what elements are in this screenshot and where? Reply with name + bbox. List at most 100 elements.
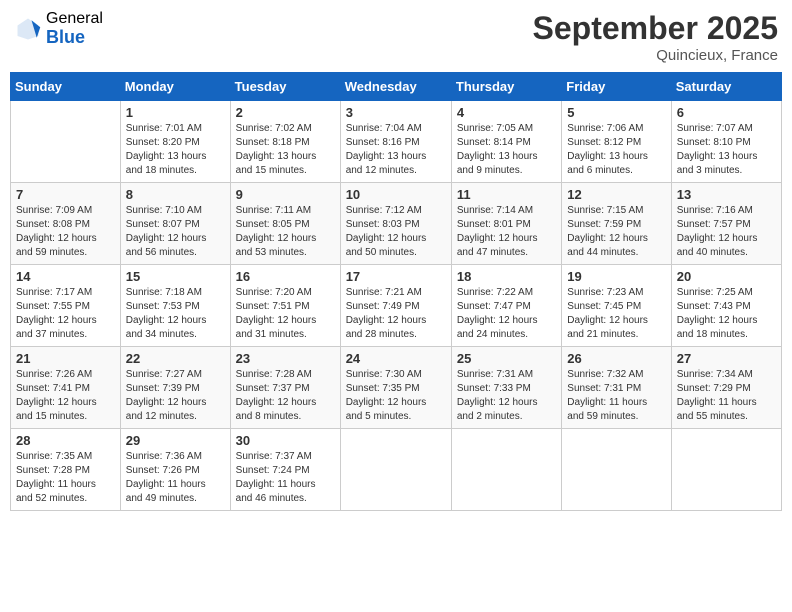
day-number: 26 [567, 351, 665, 366]
day-number: 22 [126, 351, 225, 366]
day-info: Sunrise: 7:21 AM Sunset: 7:49 PM Dayligh… [346, 286, 446, 342]
month-title: September 2025 [533, 10, 778, 47]
day-cell: 26Sunrise: 7:32 AM Sunset: 7:31 PM Dayli… [562, 347, 671, 429]
day-number: 11 [457, 187, 556, 202]
day-number: 21 [16, 351, 115, 366]
week-row-5: 28 Sunrise: 7:35 AM Sunset: 7:28 PM Dayli… [11, 429, 782, 511]
day-cell: 20Sunrise: 7:25 AM Sunset: 7:43 PM Dayli… [671, 265, 781, 347]
day-info: Sunrise: 7:31 AM Sunset: 7:33 PM Dayligh… [457, 368, 556, 424]
day-number: 12 [567, 187, 665, 202]
title-area: September 2025 Quincieux, France [533, 10, 778, 64]
day-info: Sunrise: 7:23 AM Sunset: 7:45 PM Dayligh… [567, 286, 665, 342]
day-info: Sunrise: 7:28 AM Sunset: 7:37 PM Dayligh… [236, 368, 335, 424]
col-header-monday: Monday [120, 73, 230, 101]
col-header-thursday: Thursday [451, 73, 561, 101]
day-info: Sunrise: 7:05 AM Sunset: 8:14 PM Dayligh… [457, 122, 556, 178]
day-cell: 10 Sunrise: 7:12 AM Sunset: 8:03 PM Dayli… [340, 183, 451, 265]
col-header-sunday: Sunday [11, 73, 121, 101]
day-number: 4 [457, 105, 556, 120]
day-cell [340, 429, 451, 511]
day-info: Sunrise: 7:20 AM Sunset: 7:51 PM Dayligh… [236, 286, 335, 342]
col-header-wednesday: Wednesday [340, 73, 451, 101]
day-number: 2 [236, 105, 335, 120]
logo-text: General Blue [46, 10, 103, 47]
location: Quincieux, France [533, 47, 778, 64]
day-info: Sunrise: 7:09 AM Sunset: 8:08 PM Dayligh… [16, 204, 115, 260]
day-cell: 19 Sunrise: 7:23 AM Sunset: 7:45 PM Dayli… [562, 265, 671, 347]
day-info: Sunrise: 7:30 AM Sunset: 7:35 PM Dayligh… [346, 368, 446, 424]
day-cell: 13 Sunrise: 7:16 AM Sunset: 7:57 PM Dayli… [671, 183, 781, 265]
day-info: Sunrise: 7:12 AM Sunset: 8:03 PM Dayligh… [346, 204, 446, 260]
week-row-3: 14 Sunrise: 7:17 AM Sunset: 7:55 PM Dayli… [11, 265, 782, 347]
day-number: 13 [677, 187, 776, 202]
day-cell [671, 429, 781, 511]
day-info: Sunrise: 7:17 AM Sunset: 7:55 PM Dayligh… [16, 286, 115, 342]
day-number: 7 [16, 187, 115, 202]
day-info: Sunrise: 7:15 AM Sunset: 7:59 PM Dayligh… [567, 204, 665, 260]
day-cell: 6 Sunrise: 7:07 AM Sunset: 8:10 PM Daylig… [671, 101, 781, 183]
day-info: Sunrise: 7:26 AM Sunset: 7:41 PM Dayligh… [16, 368, 115, 424]
day-info: Sunrise: 7:04 AM Sunset: 8:16 PM Dayligh… [346, 122, 446, 178]
day-cell: 21 Sunrise: 7:26 AM Sunset: 7:41 PM Dayli… [11, 347, 121, 429]
day-cell: 11 Sunrise: 7:14 AM Sunset: 8:01 PM Dayli… [451, 183, 561, 265]
day-info: Sunrise: 7:14 AM Sunset: 8:01 PM Dayligh… [457, 204, 556, 260]
day-cell [562, 429, 671, 511]
day-cell: 29 Sunrise: 7:36 AM Sunset: 7:26 PM Dayli… [120, 429, 230, 511]
day-cell: 30Sunrise: 7:37 AM Sunset: 7:24 PM Dayli… [230, 429, 340, 511]
page-header: General Blue September 2025 Quincieux, F… [10, 10, 782, 64]
day-number: 18 [457, 269, 556, 284]
day-info: Sunrise: 7:27 AM Sunset: 7:39 PM Dayligh… [126, 368, 225, 424]
day-cell: 16Sunrise: 7:20 AM Sunset: 7:51 PM Dayli… [230, 265, 340, 347]
day-number: 14 [16, 269, 115, 284]
day-info: Sunrise: 7:01 AM Sunset: 8:20 PM Dayligh… [126, 122, 225, 178]
day-info: Sunrise: 7:16 AM Sunset: 7:57 PM Dayligh… [677, 204, 776, 260]
day-cell [451, 429, 561, 511]
calendar: SundayMondayTuesdayWednesdayThursdayFrid… [10, 72, 782, 511]
day-number: 15 [126, 269, 225, 284]
week-row-2: 7 Sunrise: 7:09 AM Sunset: 8:08 PM Daylig… [11, 183, 782, 265]
day-number: 5 [567, 105, 665, 120]
day-cell: 12 Sunrise: 7:15 AM Sunset: 7:59 PM Dayli… [562, 183, 671, 265]
day-info: Sunrise: 7:10 AM Sunset: 8:07 PM Dayligh… [126, 204, 225, 260]
day-cell: 9Sunrise: 7:11 AM Sunset: 8:05 PM Daylig… [230, 183, 340, 265]
day-cell: 24 Sunrise: 7:30 AM Sunset: 7:35 PM Dayli… [340, 347, 451, 429]
day-number: 10 [346, 187, 446, 202]
day-cell: 28 Sunrise: 7:35 AM Sunset: 7:28 PM Dayli… [11, 429, 121, 511]
day-cell: 3 Sunrise: 7:04 AM Sunset: 8:16 PM Daylig… [340, 101, 451, 183]
day-info: Sunrise: 7:36 AM Sunset: 7:26 PM Dayligh… [126, 450, 225, 506]
day-cell: 5 Sunrise: 7:06 AM Sunset: 8:12 PM Daylig… [562, 101, 671, 183]
day-number: 1 [126, 105, 225, 120]
day-number: 29 [126, 433, 225, 448]
day-number: 24 [346, 351, 446, 366]
day-cell: 7 Sunrise: 7:09 AM Sunset: 8:08 PM Daylig… [11, 183, 121, 265]
logo: General Blue [14, 10, 103, 47]
day-cell: 8 Sunrise: 7:10 AM Sunset: 8:07 PM Daylig… [120, 183, 230, 265]
day-cell: 15 Sunrise: 7:18 AM Sunset: 7:53 PM Dayli… [120, 265, 230, 347]
day-info: Sunrise: 7:22 AM Sunset: 7:47 PM Dayligh… [457, 286, 556, 342]
day-info: Sunrise: 7:34 AM Sunset: 7:29 PM Dayligh… [677, 368, 776, 424]
week-row-1: 1 Sunrise: 7:01 AM Sunset: 8:20 PM Daylig… [11, 101, 782, 183]
day-number: 9 [236, 187, 335, 202]
day-number: 27 [677, 351, 776, 366]
day-info: Sunrise: 7:07 AM Sunset: 8:10 PM Dayligh… [677, 122, 776, 178]
day-info: Sunrise: 7:35 AM Sunset: 7:28 PM Dayligh… [16, 450, 115, 506]
day-number: 6 [677, 105, 776, 120]
day-info: Sunrise: 7:18 AM Sunset: 7:53 PM Dayligh… [126, 286, 225, 342]
day-info: Sunrise: 7:02 AM Sunset: 8:18 PM Dayligh… [236, 122, 335, 178]
day-cell: 14 Sunrise: 7:17 AM Sunset: 7:55 PM Dayli… [11, 265, 121, 347]
logo-blue: Blue [46, 28, 103, 48]
day-number: 3 [346, 105, 446, 120]
day-cell: 18 Sunrise: 7:22 AM Sunset: 7:47 PM Dayli… [451, 265, 561, 347]
day-cell: 25Sunrise: 7:31 AM Sunset: 7:33 PM Dayli… [451, 347, 561, 429]
day-number: 19 [567, 269, 665, 284]
day-info: Sunrise: 7:06 AM Sunset: 8:12 PM Dayligh… [567, 122, 665, 178]
day-info: Sunrise: 7:25 AM Sunset: 7:43 PM Dayligh… [677, 286, 776, 342]
day-number: 8 [126, 187, 225, 202]
week-row-4: 21 Sunrise: 7:26 AM Sunset: 7:41 PM Dayli… [11, 347, 782, 429]
day-cell: 27 Sunrise: 7:34 AM Sunset: 7:29 PM Dayli… [671, 347, 781, 429]
day-cell [11, 101, 121, 183]
logo-icon [14, 15, 42, 43]
day-number: 28 [16, 433, 115, 448]
col-header-saturday: Saturday [671, 73, 781, 101]
day-cell: 17Sunrise: 7:21 AM Sunset: 7:49 PM Dayli… [340, 265, 451, 347]
